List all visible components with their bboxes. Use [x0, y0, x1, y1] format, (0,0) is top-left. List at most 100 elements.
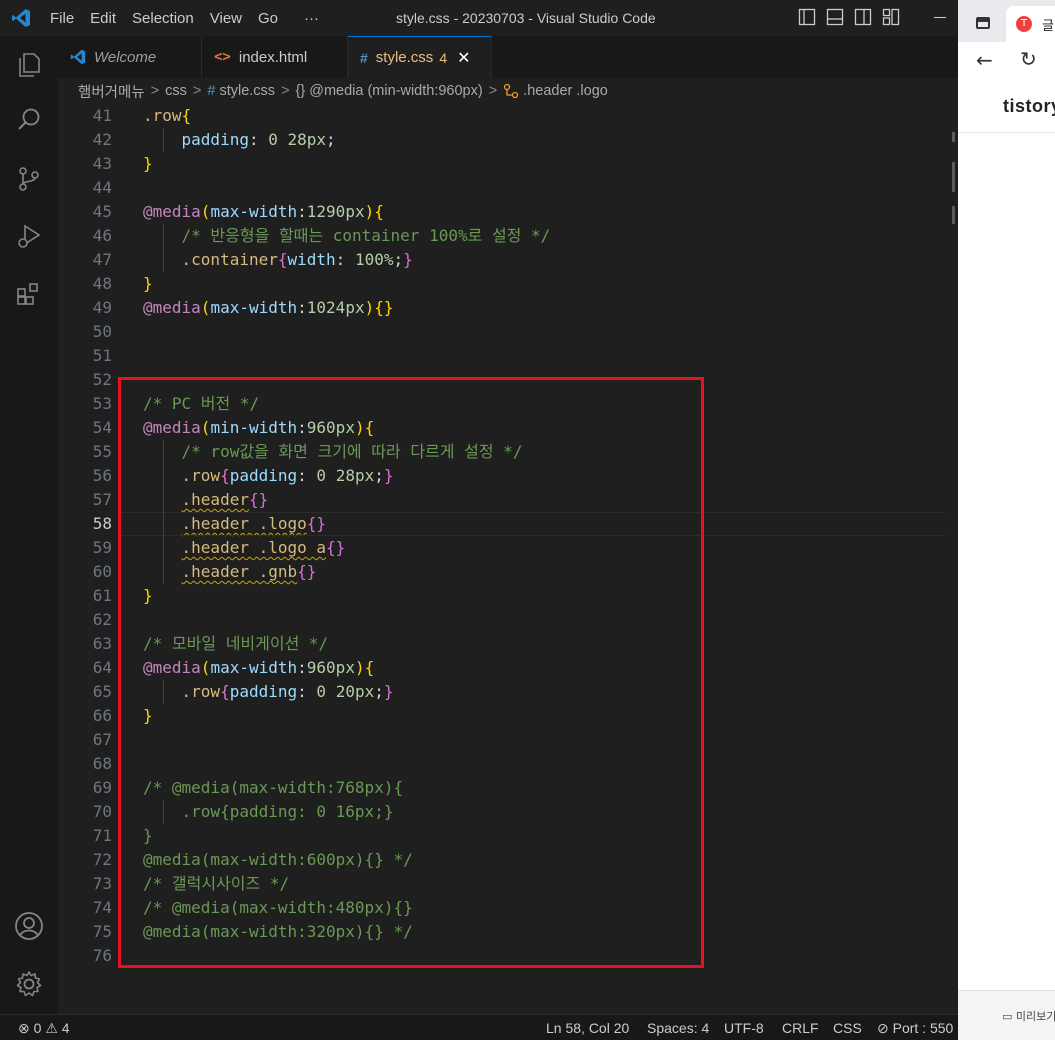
customize-layout-icon[interactable]	[882, 8, 900, 26]
breadcrumb-folder[interactable]: 햄버거메뉴	[78, 81, 145, 102]
breadcrumb-symbol[interactable]: .header .logo	[523, 83, 608, 99]
eol-status[interactable]: CRLF	[782, 1020, 819, 1036]
warning-icon: ⚠	[45, 1020, 58, 1036]
live-server-port[interactable]: ⊘ Port : 550	[877, 1020, 953, 1037]
code-line[interactable]: 48}	[58, 272, 948, 296]
code-line[interactable]: 57 .header{}	[58, 488, 948, 512]
toggle-panel-icon[interactable]	[826, 8, 844, 26]
code-token: {	[374, 202, 384, 221]
code-line[interactable]: 69 /* @media(max-width:768px){	[58, 776, 948, 800]
code-token: {	[220, 682, 230, 701]
code-line[interactable]: 41 .row{	[58, 104, 948, 128]
code-token: 1024px	[306, 298, 365, 317]
code-line[interactable]: 47 .container{width: 100%;}	[58, 248, 948, 272]
code-line[interactable]: 46 /* 반응형을 할때는 container 100%로 설정 */	[58, 224, 948, 248]
menu-view[interactable]: View	[202, 10, 250, 27]
code-line[interactable]: 76	[58, 944, 948, 968]
code-line[interactable]: 60 .header .gnb{}	[58, 560, 948, 584]
menu-edit[interactable]: Edit	[82, 10, 124, 27]
breadcrumb-media[interactable]: @media (min-width:960px)	[309, 83, 482, 99]
code-line[interactable]: 54 @media(min-width:960px){	[58, 416, 948, 440]
cursor-position[interactable]: Ln 58, Col 20	[546, 1020, 629, 1036]
explorer-icon[interactable]	[13, 48, 45, 80]
code-token: {	[220, 466, 230, 485]
line-code: .header{}	[143, 488, 269, 512]
code-line[interactable]: 64 @media(max-width:960px){	[58, 656, 948, 680]
code-line[interactable]: 61}	[58, 584, 948, 608]
tistory-logo[interactable]: tistory	[1003, 96, 1055, 117]
tab-actions-icon[interactable]	[976, 17, 990, 29]
line-number: 61	[92, 586, 112, 605]
reload-icon[interactable]: ↻	[1020, 47, 1037, 71]
menu-more[interactable]: ···	[296, 10, 327, 27]
code-line[interactable]: 73 /* 갤럭시사이즈 */	[58, 872, 948, 896]
tab-style-css[interactable]: # style.css 4 ✕	[348, 36, 492, 78]
code-line[interactable]: 44	[58, 176, 948, 200]
code-line[interactable]: 42 padding: 0 28px;	[58, 128, 948, 152]
browser-toolbar: ← ↻	[958, 42, 1055, 78]
code-line[interactable]: 70 .row{padding: 0 16px;}	[58, 800, 948, 824]
search-icon[interactable]	[13, 104, 45, 136]
extensions-icon[interactable]	[13, 278, 45, 310]
source-control-icon[interactable]	[13, 163, 45, 195]
code-line[interactable]: 68	[58, 752, 948, 776]
line-number: 73	[92, 874, 112, 893]
back-arrow-icon[interactable]: ←	[976, 48, 993, 72]
code-token: 0	[268, 130, 278, 149]
line-number: 54	[92, 418, 112, 437]
run-debug-icon[interactable]	[13, 220, 45, 252]
close-tab-icon[interactable]: ✕	[457, 48, 470, 68]
toggle-primary-sidebar-icon[interactable]	[798, 8, 816, 26]
code-line[interactable]: 52	[58, 368, 948, 392]
ruler-mark	[952, 132, 955, 142]
code-line[interactable]: 43}	[58, 152, 948, 176]
line-number: 69	[92, 778, 112, 797]
code-token: .header .logo	[181, 514, 307, 533]
code-line[interactable]: 45 @media(max-width:1290px){	[58, 200, 948, 224]
code-line[interactable]: 58 .header .logo{}	[58, 512, 948, 536]
encoding-status[interactable]: UTF-8	[724, 1020, 764, 1036]
account-icon[interactable]	[13, 910, 45, 942]
indentation-status[interactable]: Spaces: 4	[647, 1020, 709, 1036]
code-line[interactable]: 65 .row{padding: 0 20px;}	[58, 680, 948, 704]
code-line[interactable]: 74 /* @media(max-width:480px){}	[58, 896, 948, 920]
overview-ruler[interactable]	[946, 104, 958, 1014]
menu-selection[interactable]: Selection	[124, 10, 202, 27]
code-line[interactable]: 75 @media(max-width:320px){} */	[58, 920, 948, 944]
code-line[interactable]: 49 @media(max-width:1024px){}	[58, 296, 948, 320]
line-code: }	[143, 152, 153, 176]
breadcrumb-file[interactable]: style.css	[219, 83, 275, 99]
line-number: 65	[92, 682, 112, 701]
code-line[interactable]: 59 .header .logo a{}	[58, 536, 948, 560]
code-token: }	[403, 250, 413, 269]
window-title: style.css - 20230703 - Visual Studio Cod…	[396, 10, 656, 26]
toggle-secondary-sidebar-icon[interactable]	[854, 8, 872, 26]
minimize-button[interactable]	[934, 17, 946, 18]
code-line[interactable]: 72 @media(max-width:600px){} */	[58, 848, 948, 872]
code-line[interactable]: 55 /* row값을 화면 크기에 따라 다르게 설정 */	[58, 440, 948, 464]
code-editor[interactable]: 41 .row{42 padding: 0 28px; 43} 44 45 @media(…	[58, 104, 958, 1014]
preview-button[interactable]: ▭ 미리보기	[1002, 1008, 1055, 1024]
breadcrumb-subfolder[interactable]: css	[165, 83, 187, 99]
code-line[interactable]: 62	[58, 608, 948, 632]
menu-go[interactable]: Go	[250, 10, 286, 27]
code-line[interactable]: 50	[58, 320, 948, 344]
problem-count-badge: 4	[439, 49, 448, 66]
browser-tab-title: 글	[1042, 19, 1054, 34]
line-code: }	[143, 272, 153, 296]
language-mode[interactable]: CSS	[833, 1020, 862, 1036]
code-line[interactable]: 51	[58, 344, 948, 368]
chevron-right-icon: >	[150, 83, 160, 99]
code-line[interactable]: 63 /* 모바일 네비게이션 */	[58, 632, 948, 656]
code-token: @media(max-width:320px){} */	[143, 922, 413, 941]
code-line[interactable]: 66}	[58, 704, 948, 728]
settings-gear-icon[interactable]	[13, 968, 45, 1000]
problems-status[interactable]: ⊗ 0 ⚠ 4	[18, 1020, 70, 1037]
menu-file[interactable]: File	[42, 10, 82, 27]
tab-index-html[interactable]: <> index.html	[202, 36, 348, 78]
code-line[interactable]: 53 /* PC 버전 */	[58, 392, 948, 416]
code-line[interactable]: 71}	[58, 824, 948, 848]
code-line[interactable]: 67	[58, 728, 948, 752]
tab-welcome[interactable]: Welcome	[58, 36, 202, 78]
code-line[interactable]: 56 .row{padding: 0 28px;}	[58, 464, 948, 488]
